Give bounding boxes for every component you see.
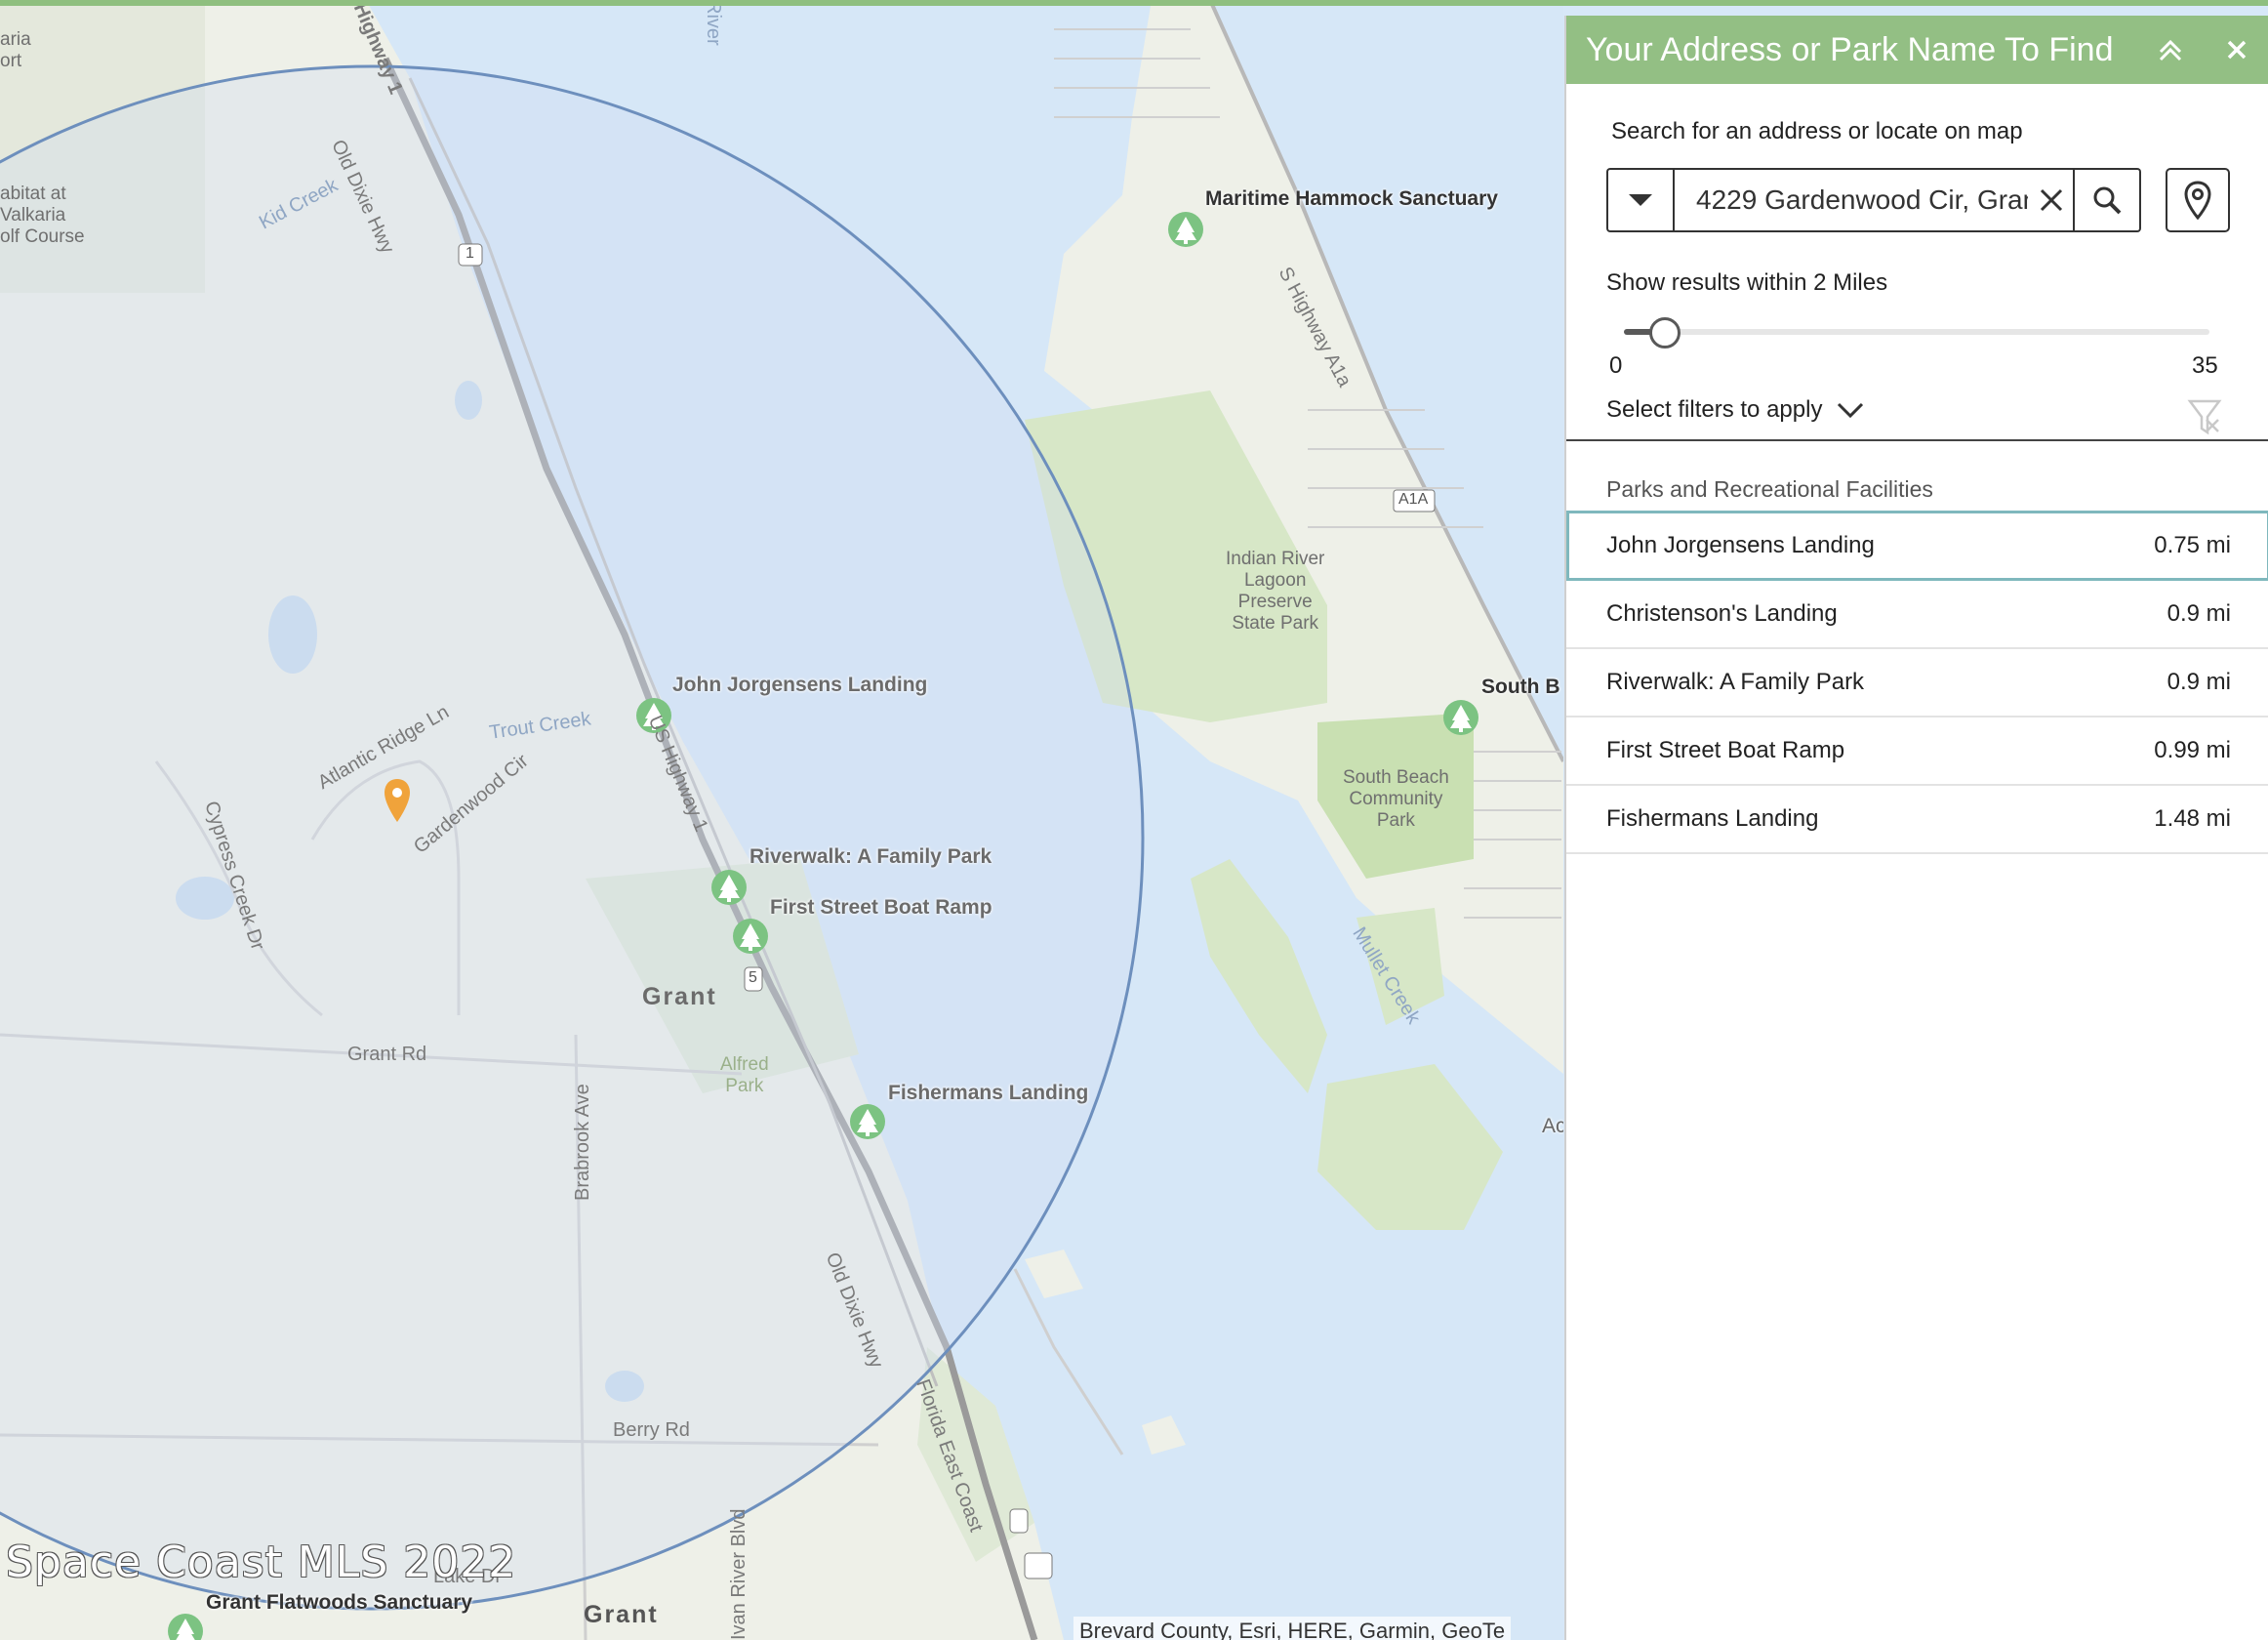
label-us1-shield: 1 (466, 245, 474, 262)
clear-search-button[interactable] (2030, 173, 2073, 227)
search-source-dropdown[interactable] (1606, 168, 1673, 232)
label-habitat-valkaria: abitat at Valkaria olf Course (0, 184, 85, 247)
search-icon (2093, 186, 2122, 215)
close-icon (2227, 40, 2247, 60)
label-town-grant: Grant (642, 983, 717, 1010)
label-ivan-river: Ivan River Blvd (728, 1508, 749, 1640)
map-attribution: Brevard County, Esri, HERE, Garmin, GeoT… (1073, 1617, 1512, 1640)
radius-slider[interactable] (1624, 314, 2209, 349)
label-sr5-shield: 5 (749, 969, 757, 986)
label-alfred-park: Alfred Park (720, 1054, 769, 1096)
label-a1a-shield: A1A (1398, 491, 1429, 508)
result-name: Riverwalk: A Family Park (1606, 669, 1865, 695)
label-grant-flatwoods: Grant Flatwoods Sanctuary (206, 1591, 473, 1614)
results-title: Parks and Recreational Facilities (1606, 476, 1933, 502)
close-button[interactable] (2204, 16, 2268, 84)
label-grant-rd: Grant Rd (347, 1044, 427, 1065)
label-town-grant-bottom: Grant (584, 1601, 659, 1628)
label-berry-rd: Berry Rd (613, 1419, 690, 1441)
panel-header: Your Address or Park Name To Find (1566, 16, 2268, 84)
basemap (0, 0, 1563, 1640)
map-view[interactable]: Maritime Hammock Sanctuary John Jorgense… (0, 0, 1563, 1640)
tree-icon (733, 919, 768, 954)
search-panel: Your Address or Park Name To Find Search… (1564, 16, 2268, 1640)
tree-icon (168, 1614, 203, 1640)
result-name: Christenson's Landing (1606, 600, 1838, 627)
search-label: Search for an address or locate on map (1611, 118, 2023, 144)
caret-down-icon (1629, 194, 1652, 206)
label-south-b: South B (1481, 676, 1560, 698)
slider-thumb[interactable] (1649, 317, 1681, 348)
result-distance: 0.75 mi (2154, 532, 2231, 558)
result-name: Fishermans Landing (1606, 805, 1819, 832)
label-fishermans: Fishermans Landing (888, 1082, 1089, 1104)
label-first-street: First Street Boat Ramp (770, 896, 992, 919)
radius-label: Show results within 2 Miles (1606, 269, 1888, 296)
search-row (1606, 168, 2141, 232)
location-pin-icon (2184, 181, 2211, 221)
close-icon (2040, 188, 2063, 212)
label-john-jorgensens: John Jorgensens Landing (672, 674, 928, 696)
label-brabrook: Brabrook Ave (572, 1084, 593, 1201)
label-indian-river-lagoon: Indian River Lagoon Preserve State Park (1226, 549, 1325, 634)
watermark: Space Coast MLS 2022 (6, 1538, 517, 1587)
collapse-button[interactable] (2137, 16, 2204, 84)
search-input[interactable] (1675, 172, 2030, 228)
tree-icon (1168, 212, 1203, 247)
filters-label: Select filters to apply (1606, 396, 1823, 423)
top-accent-bar (0, 0, 2268, 6)
result-distance: 0.9 mi (2167, 669, 2231, 695)
label-maritime-hammock: Maritime Hammock Sanctuary (1205, 187, 1498, 210)
label-riverwalk: Riverwalk: A Family Park (749, 845, 992, 868)
label-partial-ac: Ac (1542, 1115, 1563, 1137)
result-distance: 0.9 mi (2167, 600, 2231, 627)
locate-button[interactable] (2166, 168, 2230, 232)
result-distance: 0.99 mi (2154, 737, 2231, 763)
slider-max-label: 35 (2192, 352, 2218, 379)
result-row[interactable]: First Street Boat Ramp 0.99 mi (1566, 718, 2268, 786)
tree-icon (1443, 700, 1478, 735)
result-name: John Jorgensens Landing (1606, 532, 1875, 558)
search-button[interactable] (2075, 168, 2141, 232)
result-row[interactable]: John Jorgensens Landing 0.75 mi (1566, 511, 2268, 581)
label-south-beach-park: South Beach Community Park (1343, 767, 1449, 831)
filter-clear-icon[interactable] (2187, 398, 2222, 440)
chevron-down-icon (1838, 402, 1864, 419)
slider-min-label: 0 (1609, 352, 1623, 379)
double-chevron-up-icon (2159, 39, 2182, 62)
label-river: River (703, 0, 724, 46)
tree-icon (711, 870, 747, 905)
filters-toggle[interactable]: Select filters to apply (1606, 396, 1865, 424)
label-top-left-area: aria ort (0, 29, 31, 71)
result-row[interactable]: Fishermans Landing 1.48 mi (1566, 786, 2268, 854)
search-box (1673, 168, 2075, 232)
panel-title: Your Address or Park Name To Find (1586, 30, 2114, 68)
results-list: John Jorgensens Landing 0.75 mi Christen… (1566, 511, 2268, 854)
slider-track (1624, 329, 2209, 335)
result-distance: 1.48 mi (2154, 805, 2231, 832)
result-row[interactable]: Riverwalk: A Family Park 0.9 mi (1566, 649, 2268, 718)
panel-divider (1566, 439, 2268, 441)
result-name: First Street Boat Ramp (1606, 737, 1845, 763)
result-row[interactable]: Christenson's Landing 0.9 mi (1566, 581, 2268, 649)
tree-icon (850, 1104, 885, 1139)
